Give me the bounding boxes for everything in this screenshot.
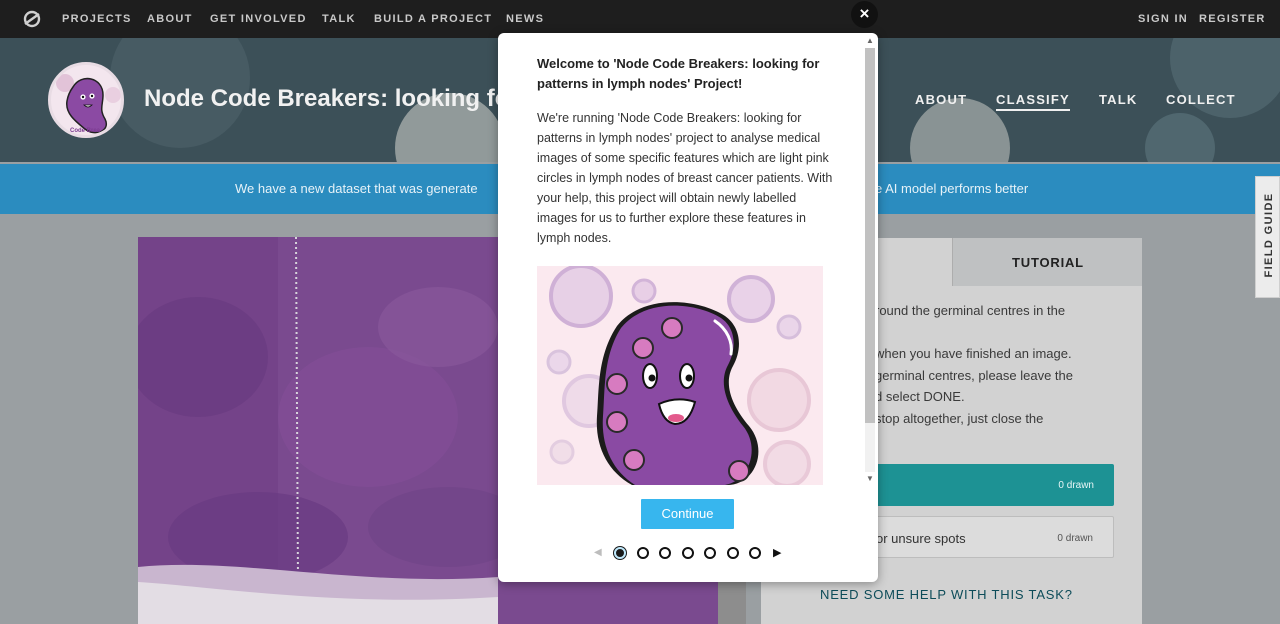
- nav-about[interactable]: ABOUT: [147, 13, 193, 25]
- announcement-text-left: We have a new dataset that was generate: [235, 181, 478, 196]
- avatar-caption: Code Brea: [70, 128, 101, 134]
- task-instruction-line: germinal centres, please leave the: [875, 368, 1074, 383]
- previous-page-arrow-icon[interactable]: ◀: [594, 547, 602, 558]
- task-instruction-line: d select DONE.: [875, 389, 965, 404]
- tool-drawn-count: 0 drawn: [1057, 533, 1093, 544]
- field-guide-label: FIELD GUIDE: [1263, 192, 1275, 278]
- bean-mascot-illustration: [537, 266, 823, 485]
- pager-dot-5[interactable]: [704, 547, 716, 559]
- sign-in-link[interactable]: SIGN IN: [1138, 13, 1188, 25]
- nav-build-a-project[interactable]: BUILD A PROJECT: [374, 13, 492, 25]
- project-nav-collect[interactable]: COLLECT: [1166, 92, 1236, 107]
- project-nav-about[interactable]: ABOUT: [915, 92, 967, 107]
- nav-news[interactable]: NEWS: [506, 13, 544, 25]
- nav-talk[interactable]: TALK: [322, 13, 356, 25]
- field-guide-tab[interactable]: FIELD GUIDE: [1255, 176, 1280, 298]
- zooniverse-logo-icon[interactable]: [22, 9, 42, 29]
- tab-tutorial-label: TUTORIAL: [1012, 255, 1084, 270]
- project-nav-talk[interactable]: TALK: [1099, 92, 1138, 107]
- task-instruction-line: round the germinal centres in the: [875, 303, 1066, 318]
- tutorial-mascot-image: [537, 266, 823, 485]
- announcement-text-right: e AI model performs better: [875, 181, 1029, 196]
- task-instruction-line: stop altogether, just close the: [875, 411, 1044, 426]
- pager-dot-7[interactable]: [749, 547, 761, 559]
- pager-dot-6[interactable]: [727, 547, 739, 559]
- need-help-link[interactable]: NEED SOME HELP WITH THIS TASK?: [820, 587, 1073, 602]
- nav-get-involved[interactable]: GET INVOLVED: [210, 13, 307, 25]
- next-page-arrow-icon[interactable]: ▶: [773, 546, 781, 559]
- tool-label: or unsure spots: [876, 531, 966, 546]
- pager-dot-4[interactable]: [682, 547, 694, 559]
- modal-title: Welcome to 'Node Code Breakers: looking …: [537, 56, 820, 91]
- modal-scrollbar[interactable]: ▲ ▼: [862, 34, 878, 486]
- tool-drawn-count: 0 drawn: [1058, 480, 1094, 491]
- project-title[interactable]: Node Code Breakers: looking for patterns…: [144, 85, 504, 113]
- continue-button[interactable]: Continue: [641, 499, 734, 529]
- close-modal-button[interactable]: ×: [851, 1, 878, 28]
- scroll-up-arrow-icon[interactable]: ▲: [866, 36, 874, 45]
- register-link[interactable]: REGISTER: [1199, 13, 1266, 25]
- pager-dot-2[interactable]: [637, 547, 649, 559]
- project-nav-classify[interactable]: CLASSIFY: [996, 92, 1070, 111]
- scrollbar-thumb[interactable]: [865, 48, 875, 423]
- task-instruction-line: when you have finished an image.: [875, 346, 1072, 361]
- tab-tutorial[interactable]: TUTORIAL: [952, 238, 1142, 286]
- project-avatar[interactable]: [48, 62, 124, 138]
- nav-projects[interactable]: PROJECTS: [62, 13, 132, 25]
- scroll-down-arrow-icon[interactable]: ▼: [866, 474, 874, 483]
- modal-body-text: We're running 'Node Code Breakers: looki…: [537, 111, 833, 245]
- pager-dot-3[interactable]: [659, 547, 671, 559]
- pager-dot-1[interactable]: [614, 547, 626, 559]
